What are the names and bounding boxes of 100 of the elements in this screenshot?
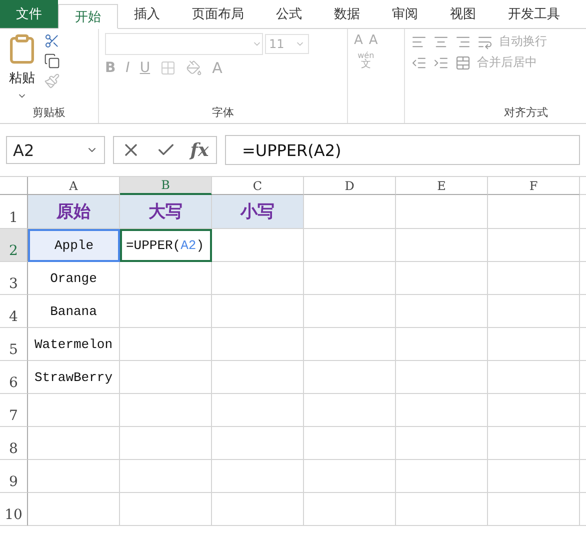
table-cell[interactable] [488, 295, 580, 328]
table-cell[interactable] [396, 295, 488, 328]
table-cell[interactable] [396, 229, 488, 262]
ribbon-tab[interactable]: 开发工具 [492, 0, 576, 28]
table-cell[interactable] [120, 493, 212, 526]
ribbon-tab[interactable]: 审阅 [376, 0, 434, 28]
table-cell: Watermelon [28, 328, 120, 361]
group-label: 字体 [211, 105, 235, 121]
row-header[interactable]: 3 [0, 262, 28, 295]
table-cell[interactable] [212, 361, 304, 394]
table-cell[interactable] [28, 394, 120, 427]
column-header[interactable]: F [488, 177, 580, 195]
table-cell[interactable] [212, 328, 304, 361]
table-cell[interactable] [396, 361, 488, 394]
bucket-icon[interactable] [186, 60, 202, 76]
row-header[interactable]: 5 [0, 328, 28, 361]
table-cell[interactable] [120, 328, 212, 361]
table-cell[interactable] [28, 493, 120, 526]
ribbon-tab[interactable]: 文件 [0, 0, 58, 28]
table-cell[interactable] [212, 394, 304, 427]
ribbon-tab[interactable]: 公式 [260, 0, 318, 28]
group-label: 剪贴板 [32, 105, 66, 121]
column-header[interactable]: B [120, 177, 212, 195]
table-cell[interactable] [396, 195, 488, 229]
table-cell[interactable] [304, 427, 396, 460]
formula-field[interactable]: =UPPER(A2) [225, 135, 580, 165]
row-header[interactable]: 2 [0, 229, 28, 262]
ribbon-tab[interactable]: 数据 [318, 0, 376, 28]
table-cell[interactable] [28, 460, 120, 493]
ribbon-tab[interactable]: 视图 [434, 0, 492, 28]
ribbon-tab[interactable]: 开始 [58, 4, 118, 29]
table-cell: Orange [28, 262, 120, 295]
table-cell[interactable] [488, 195, 580, 229]
font-size-value: 11 [269, 37, 284, 51]
select-all-corner[interactable] [0, 177, 28, 195]
table-cell[interactable] [212, 262, 304, 295]
table-cell[interactable] [304, 195, 396, 229]
table-cell: StrawBerry [28, 361, 120, 394]
scissors-icon[interactable] [44, 33, 60, 49]
table-cell[interactable] [396, 394, 488, 427]
table-cell[interactable] [120, 262, 212, 295]
table-cell[interactable] [120, 427, 212, 460]
table-cell[interactable] [488, 493, 580, 526]
table-cell[interactable] [488, 229, 580, 262]
table-cell[interactable] [212, 427, 304, 460]
cell-reference: A2 [13, 140, 34, 160]
row-header[interactable]: 10 [0, 493, 28, 526]
table-cell[interactable] [304, 361, 396, 394]
table-cell[interactable] [212, 460, 304, 493]
function-button[interactable]: fx [190, 140, 209, 160]
name-box[interactable]: A2 [6, 136, 105, 164]
merge-icon[interactable] [455, 54, 471, 70]
table-cell[interactable] [488, 427, 580, 460]
paste-label[interactable]: 粘贴 [9, 69, 35, 87]
table-cell[interactable] [304, 295, 396, 328]
table-cell[interactable] [396, 427, 488, 460]
table-cell[interactable] [488, 262, 580, 295]
table-cell[interactable] [28, 427, 120, 460]
table-cell[interactable] [304, 328, 396, 361]
ribbon-tab[interactable]: 页面布局 [176, 0, 260, 28]
table-cell[interactable] [304, 262, 396, 295]
table-cell: Apple [28, 229, 120, 262]
table-cell[interactable] [488, 361, 580, 394]
column-header[interactable]: C [212, 177, 304, 195]
row-header[interactable]: 9 [0, 460, 28, 493]
table-cell[interactable] [304, 493, 396, 526]
column-header[interactable]: A [28, 177, 120, 195]
row-header[interactable]: 8 [0, 427, 28, 460]
header-cell: 小写 [212, 195, 304, 229]
table-cell[interactable] [304, 394, 396, 427]
row-header[interactable]: 6 [0, 361, 28, 394]
table-cell[interactable] [396, 262, 488, 295]
table-cell[interactable] [396, 460, 488, 493]
table-cell[interactable] [212, 493, 304, 526]
border-icon[interactable] [160, 60, 176, 76]
table-cell[interactable] [488, 394, 580, 427]
column-header[interactable]: E [396, 177, 488, 195]
header-cell: 大写 [120, 195, 212, 229]
row-header[interactable]: 7 [0, 394, 28, 427]
table-cell[interactable] [488, 328, 580, 361]
table-cell[interactable] [120, 361, 212, 394]
table-cell[interactable] [120, 394, 212, 427]
formula-cell[interactable]: =UPPER(A2) [120, 229, 212, 262]
group-label: 对齐方式 [503, 105, 549, 121]
column-header[interactable]: D [304, 177, 396, 195]
table-cell[interactable] [120, 295, 212, 328]
table-cell[interactable] [396, 328, 488, 361]
font-field[interactable] [105, 33, 263, 55]
table-cell[interactable] [120, 460, 212, 493]
row-header[interactable]: 4 [0, 295, 28, 328]
table-cell[interactable] [212, 295, 304, 328]
ribbon-tab[interactable]: 插入 [118, 0, 176, 28]
table-cell: Banana [28, 295, 120, 328]
row-header[interactable]: 1 [0, 195, 28, 229]
table-cell[interactable] [212, 229, 304, 262]
table-cell[interactable] [304, 229, 396, 262]
table-cell[interactable] [396, 493, 488, 526]
table-cell[interactable] [304, 460, 396, 493]
table-cell[interactable] [488, 460, 580, 493]
copy-icon[interactable] [44, 53, 60, 69]
